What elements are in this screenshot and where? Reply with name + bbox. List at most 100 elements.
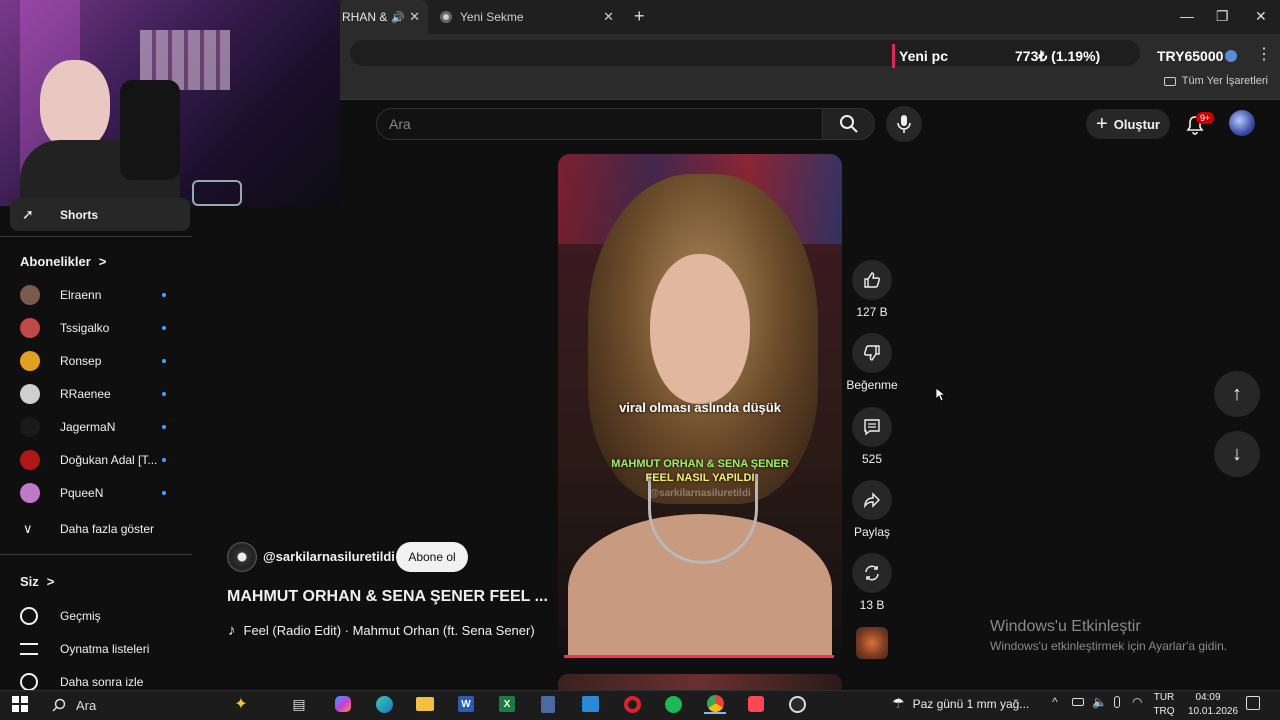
windows-logo-tile: [21, 705, 28, 712]
valorant-icon[interactable]: [745, 694, 767, 714]
chevron-right-icon: >: [46, 574, 55, 589]
sidebar-item-playlists[interactable]: Oynatma listeleri: [0, 632, 192, 665]
sidebar-subscription-item[interactable]: Ronsep: [0, 344, 192, 377]
weather-widget[interactable]: ☂ Paz günü 1 mm yağ...: [892, 695, 1029, 712]
music-link[interactable]: ♪ Feel (Radio Edit) · Mahmut Orhan (ft. …: [228, 622, 535, 639]
channel-name[interactable]: @sarkilarnasiluretildi: [263, 549, 395, 564]
subscription-label: RRaenee: [60, 386, 111, 401]
new-content-dot: [162, 358, 166, 363]
plus-icon: +: [1096, 113, 1108, 135]
you-label: Siz: [20, 574, 39, 589]
browser-menu-icon[interactable]: ⋮: [1256, 44, 1272, 64]
subscription-label: Doğukan Adal [T...: [60, 452, 158, 467]
sidebar-subscription-item[interactable]: Tssigalko: [0, 311, 192, 344]
maximize-button[interactable]: ❐: [1216, 8, 1229, 25]
tab-active[interactable]: RHAN & 🔊 ✕: [338, 0, 428, 34]
mic-tray-icon[interactable]: [1114, 696, 1120, 708]
dislike-button[interactable]: [852, 333, 892, 373]
activation-watermark-subtitle: Windows'u etkinleştirmek için Ayarlar'a …: [990, 639, 1228, 653]
chrome-taskbar-icon[interactable]: [704, 694, 726, 714]
speaker-icon[interactable]: 🔊: [391, 11, 405, 24]
volume-icon[interactable]: 🔈: [1092, 695, 1107, 709]
store-icon[interactable]: [579, 694, 601, 714]
copilot-sparkle-icon[interactable]: ✦: [230, 694, 252, 714]
close-tab-icon[interactable]: ✕: [409, 9, 420, 25]
sidebar-item-shorts[interactable]: ➚ Shorts: [10, 198, 190, 231]
woman-face: [650, 254, 750, 404]
clock[interactable]: 04:09 10.01.2026: [1188, 690, 1238, 719]
comments-button[interactable]: [852, 407, 892, 447]
file-explorer-icon[interactable]: [414, 694, 436, 714]
input-language[interactable]: TUR TRQ: [1152, 690, 1176, 719]
taskbar-search-label: Ara: [76, 697, 97, 713]
weather-label: Paz günü 1 mm yağ...: [912, 696, 1030, 711]
voice-search-button[interactable]: [886, 106, 922, 142]
subscription-label: Ronsep: [60, 353, 102, 368]
music-label: Feel (Radio Edit) · Mahmut Orhan (ft. Se…: [243, 623, 535, 638]
sidebar-subscription-item[interactable]: Doğukan Adal [T...: [0, 443, 192, 476]
subscription-label: JagermaN: [60, 419, 116, 434]
close-tab-icon[interactable]: ✕: [603, 9, 614, 25]
create-label: Oluştur: [1113, 116, 1160, 132]
next-short-button[interactable]: ↓: [1214, 431, 1260, 477]
sidebar-subscription-item[interactable]: RRaenee: [0, 377, 192, 410]
obs-icon[interactable]: [786, 694, 808, 714]
new-content-dot: [162, 490, 166, 495]
battery-icon[interactable]: [1072, 698, 1084, 706]
close-window-button[interactable]: ✕: [1255, 8, 1267, 25]
all-bookmarks[interactable]: Tüm Yer İşaretleri: [1163, 75, 1268, 87]
comment-count: 525: [861, 452, 883, 466]
share-button[interactable]: [852, 480, 892, 520]
start-button[interactable]: [12, 696, 28, 712]
excel-icon[interactable]: X: [496, 694, 518, 714]
new-tab-button[interactable]: +: [634, 6, 645, 27]
minimize-button[interactable]: —: [1180, 8, 1194, 24]
video-progress-bar[interactable]: [564, 655, 834, 658]
sidebar-subscription-item[interactable]: PqueeN: [0, 476, 192, 509]
previous-short-button[interactable]: ↑: [1214, 371, 1260, 417]
spotify-icon[interactable]: [662, 694, 684, 714]
word-icon[interactable]: W: [455, 694, 477, 714]
tray-overflow-icon[interactable]: ^: [1052, 695, 1058, 709]
task-view-icon[interactable]: ▤: [288, 694, 310, 714]
comment-icon: [864, 419, 880, 436]
show-more-button[interactable]: ∨ Daha fazla göster: [0, 512, 192, 545]
next-short-preview[interactable]: [558, 674, 842, 690]
shorts-icon: ➚: [22, 206, 34, 222]
sidebar-item-label: Shorts: [60, 207, 99, 222]
sound-thumbnail[interactable]: [856, 627, 888, 659]
like-button[interactable]: [852, 260, 892, 300]
show-more-label: Daha fazla göster: [60, 521, 155, 536]
sidebar-item-label: Geçmiş: [60, 608, 101, 623]
taskbar-search[interactable]: Ara: [40, 692, 230, 718]
subscribe-button[interactable]: Abone ol: [396, 542, 468, 572]
account-avatar[interactable]: [1229, 110, 1255, 136]
new-content-dot: [162, 391, 166, 396]
opera-icon[interactable]: [621, 694, 643, 714]
network-icon[interactable]: ◠: [1132, 695, 1142, 709]
edge-icon[interactable]: [373, 694, 395, 714]
sidebar-subscription-item[interactable]: Elraenn: [0, 278, 192, 311]
subscription-label: Tssigalko: [60, 320, 110, 335]
search-button[interactable]: [822, 108, 875, 140]
new-content-dot: [162, 457, 166, 462]
search-input[interactable]: Ara: [376, 108, 823, 140]
sidebar: ➚ Shorts Abonelikler > ∨ Daha fazla göst…: [0, 198, 192, 691]
calculator-icon[interactable]: [537, 694, 559, 714]
umbrella-icon: ☂: [892, 695, 905, 711]
create-button[interactable]: + Oluştur: [1086, 109, 1170, 139]
notification-center-icon[interactable]: [1246, 696, 1260, 710]
remix-button[interactable]: [852, 553, 892, 593]
short-title[interactable]: MAHMUT ORHAN & SENA ŞENER FEEL ...: [227, 588, 547, 606]
sidebar-subscription-item[interactable]: JagermaN: [0, 410, 192, 443]
new-content-dot: [162, 292, 166, 297]
sidebar-item-history[interactable]: Geçmiş: [0, 599, 192, 632]
search-icon: [52, 698, 66, 712]
subscriptions-header[interactable]: Abonelikler >: [20, 254, 106, 269]
you-header[interactable]: Siz >: [20, 574, 54, 589]
channel-avatar[interactable]: [227, 542, 257, 572]
ticker-goal: TRY65000: [1157, 48, 1224, 64]
short-video-player[interactable]: viral olması aslında düşük MAHMUT ORHAN …: [558, 154, 842, 658]
copilot-app-icon[interactable]: [332, 694, 354, 714]
tab-new[interactable]: Yeni Sekme ✕: [432, 0, 622, 34]
